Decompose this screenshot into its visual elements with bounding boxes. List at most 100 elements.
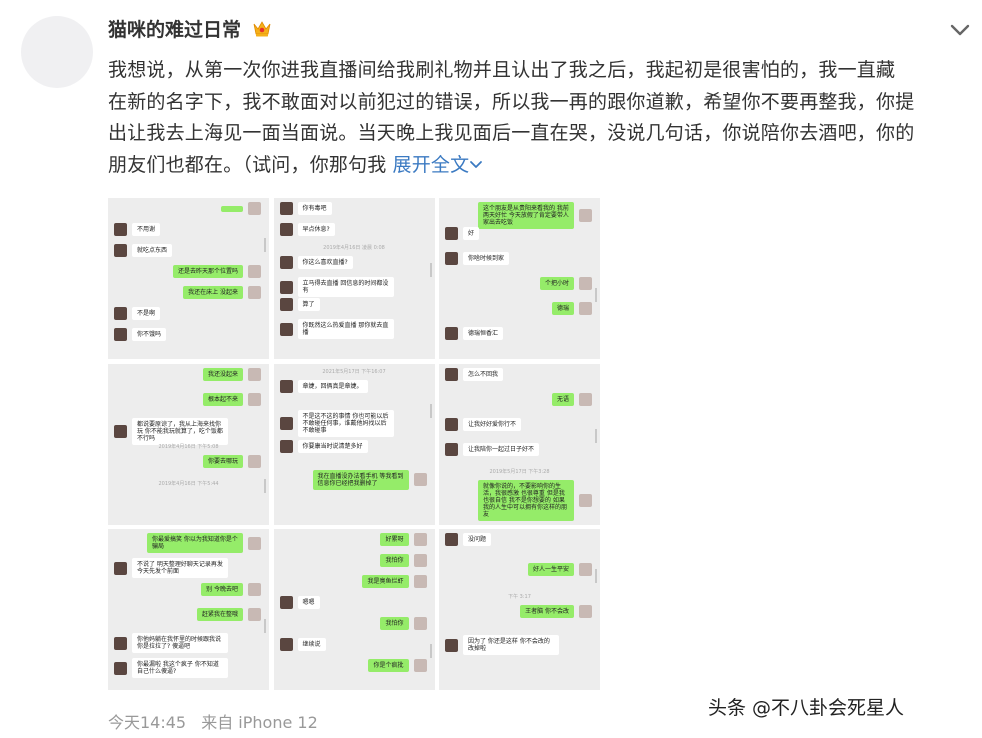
chat-screenshot-image[interactable]: 你有毒吧 早点休息? 2019年4月16日 凌晨 0:08 你这么喜欢直播? 立马得去直… — [273, 198, 435, 359]
expand-full-text-link[interactable]: 展开全文 — [393, 154, 484, 176]
image-grid: 不用谢 就吃点东西 还是去昨天那个位置吗 我还在床上 没起来 不是啊 你不饿吗 你有毒吧 早点… — [108, 198, 600, 690]
chat-avatar — [114, 636, 127, 650]
chat-message: 好累呀 — [380, 533, 427, 546]
chat-avatar — [248, 392, 261, 406]
chat-timestamp: 下午 3:17 — [508, 594, 531, 600]
chat-scrollbar — [595, 288, 597, 302]
chat-bubble: 让我陪你一起过日子好不 — [463, 442, 540, 456]
user-name[interactable]: 猫咪的难过日常 — [108, 17, 272, 43]
chat-message — [221, 202, 261, 215]
chat-bubble: 我怕你 — [380, 617, 409, 630]
chat-avatar — [445, 252, 458, 265]
chat-bubble: 我还在床上 没起来 — [183, 286, 243, 299]
chat-screenshot-image[interactable]: 不用谢就吃点东西还是去昨天那个位置吗我还在床上 没起来不是啊你不饿吗 — [108, 198, 269, 359]
chat-bubble: 还是去昨天那个位置吗 — [172, 265, 243, 278]
chat-bubble: 你他妈躺在我怀里的时候跟我说你是拉拉了? 傻逼吧 — [132, 633, 228, 653]
chat-scrollbar — [264, 478, 266, 493]
chat-avatar — [248, 454, 261, 468]
chat-message: 我怕你 — [380, 617, 427, 630]
chat-message: 我怕你 — [380, 554, 427, 567]
chat-avatar — [114, 223, 127, 236]
chat-avatar — [579, 392, 592, 406]
chat-screenshot-image[interactable]: 怎么不回我无语让我好好爱你行不让我陪你一起过日子好不 2019年5月17日 下午3… — [439, 363, 600, 525]
chat-bubble: 不说了 明天整理好聊天记录再发 今天先发个前面 — [132, 558, 228, 578]
chat-screenshot-image[interactable]: 你最爱搞笑 你以为我知道你是个骗局不说了 明天整理好聊天记录再发 今天先发个前面… — [108, 529, 269, 690]
chat-message: 算了 — [279, 298, 320, 311]
watermark: 头条 @不八卦会死星人 — [704, 692, 909, 721]
chat-bubble: 就像你说的，不要影响你的生活，我很感激 也很尊重 但是我也很自信 我不是你想要的… — [478, 479, 574, 521]
chat-avatar — [248, 608, 261, 621]
chat-message: 没问题 — [445, 533, 492, 546]
chat-avatar — [445, 533, 458, 546]
chat-avatar — [279, 280, 293, 294]
post-text-line: 在新的名字下，我不敢面对以前犯过的错误，所以我一再的跟你道歉，希望你不要再整我，… — [108, 90, 915, 113]
chat-bubble: 无语 — [551, 392, 574, 406]
chat-bubble: 嗯嗯 — [297, 596, 320, 609]
chat-bubble: 我还没起来 — [202, 367, 243, 381]
chat-message: 你要康当时说清楚多好 — [279, 439, 368, 453]
chat-avatar — [445, 417, 458, 431]
chevron-down-icon — [470, 161, 483, 168]
chat-bubble: 你不饿吗 — [132, 328, 167, 341]
chat-screenshot-image[interactable]: 这个朋友是从贵阳来看我的 我前两天好忙 今天放假了肯定要带人家出去吃饭好你啥时候… — [439, 198, 600, 359]
chat-avatar — [279, 322, 293, 336]
chat-bubble: 立马得去直播 回信息的时间都没有 — [297, 277, 394, 297]
chat-bubble: 算了 — [297, 298, 320, 311]
chat-avatar — [114, 424, 127, 438]
avatar[interactable] — [21, 16, 93, 88]
post-text-line: 出让我去上海见一面当面说。当天晚上我见面后一直在哭，没说几句话，你说陪你去酒吧，… — [108, 122, 915, 144]
chat-scrollbar — [264, 619, 266, 633]
chat-timestamp: 2019年4月16日 下午5:44 — [158, 480, 219, 487]
chat-bubble: 怎么不回我 — [463, 367, 504, 381]
chat-scrollbar — [595, 569, 597, 583]
chat-avatar — [445, 638, 458, 652]
chat-avatar — [413, 554, 427, 567]
chat-bubble: 德瑞 — [551, 302, 574, 315]
chat-bubble: 章婕，回俩真是章婕。 — [297, 379, 368, 393]
chat-message: 赶紧我在整哦 — [196, 608, 261, 621]
chat-avatar — [445, 327, 458, 340]
chat-scrollbar — [595, 428, 597, 443]
chat-message: 不用谢 — [114, 223, 161, 236]
chat-bubble: 你既然这么热爱直播 那你就去直播 — [297, 319, 394, 339]
chat-message: 你要去哪玩 — [202, 454, 261, 468]
chat-avatar — [579, 493, 592, 507]
chat-bubble: 根本起不来 — [202, 392, 243, 406]
chat-message: 好 — [445, 227, 480, 240]
chat-avatar — [248, 583, 261, 596]
chat-message: 继续说 — [279, 638, 326, 651]
chat-bubble: 这个朋友是从贵阳来看我的 我前两天好忙 今天放假了肯定要带人家出去吃饭 — [478, 202, 574, 229]
chevron-down-icon[interactable] — [948, 20, 972, 40]
post-source: 来自 iPhone 12 — [201, 713, 318, 732]
chat-avatar — [445, 227, 458, 240]
chat-avatar — [413, 533, 427, 546]
chat-message: 你不饿吗 — [114, 328, 167, 341]
chat-screenshot-image[interactable]: 好累呀 我怕你 我是臭鱼烂虾 嗯嗯 我怕你 继续说 你是个疯批 — [273, 529, 435, 690]
chat-screenshot-image[interactable]: 没问题 好人一生平安 下午 3:17 王者脑 你不会改 因为了 你还是这样 你不会改的 … — [439, 529, 600, 690]
chat-message: 王者脑 你不会改 — [520, 605, 592, 618]
chat-screenshot-image[interactable]: 我还没起来 根本起不来 都说要原谅了，我从上海来找你玩 你不能我玩就算了，吃个饭都不… — [108, 363, 269, 525]
crown-icon — [252, 19, 272, 37]
post-text-line: 朋友们也都在。（试问，你那句我 展开全文 — [108, 150, 968, 182]
chat-message: 就吃点东西 — [114, 244, 173, 257]
user-name-label: 猫咪的难过日常 — [108, 19, 242, 41]
chat-message: 我是臭鱼烂虾 — [362, 575, 427, 588]
post-text: 我想说，从第一次你进我直播间给我刷礼物并且认出了我之后，我起初是很害怕的，我一直… — [108, 55, 968, 181]
chat-bubble: 继续说 — [297, 638, 326, 651]
chat-bubble: 让我好好爱你行不 — [463, 417, 522, 431]
chat-avatar — [114, 244, 127, 257]
chat-message: 让我好好爱你行不 — [445, 417, 522, 431]
chat-timestamp: 2021年5月17日 下午16:07 — [322, 368, 386, 375]
chat-timestamp: 2019年5月17日 下午3:28 — [489, 468, 550, 475]
post-text-tail: 朋友们也都在。（试问，你那句我 — [108, 153, 387, 176]
chat-avatar — [279, 416, 293, 430]
chat-screenshot-image[interactable]: 2021年5月17日 下午16:07 章婕，回俩真是章婕。 不是这不这的事情 你也可… — [273, 363, 435, 525]
chat-bubble: 不是啊 — [132, 307, 161, 320]
chat-avatar — [279, 256, 293, 269]
chat-message: 还是去昨天那个位置吗 — [172, 265, 261, 278]
chat-message: 嗯嗯 — [279, 596, 320, 609]
chat-message: 你最爱搞笑 你以为我知道你是个骗局 — [147, 533, 261, 553]
chat-avatar — [445, 367, 458, 381]
chat-bubble: 别 今晚去吧 — [201, 583, 243, 596]
chat-bubble: 我怕你 — [380, 554, 409, 567]
